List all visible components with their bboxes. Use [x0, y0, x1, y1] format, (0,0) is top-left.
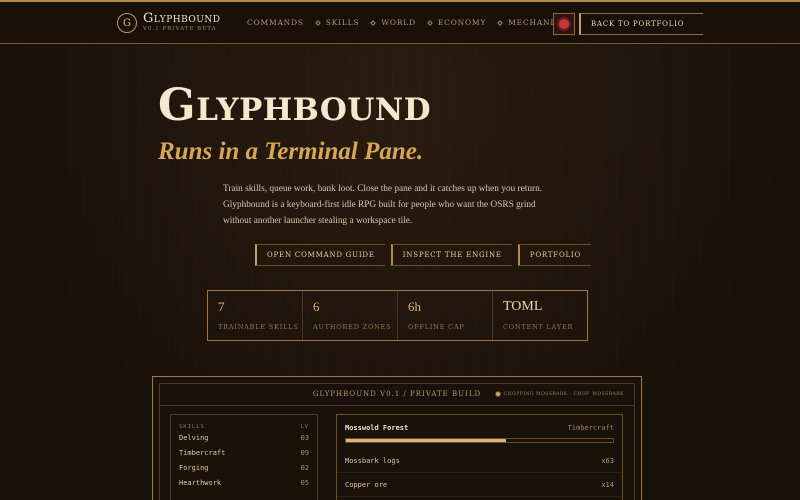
skills-panel-header: Skills Lv [171, 415, 317, 430]
terminal-status-text: chopping mossbark · chop_mossbark [503, 391, 624, 397]
stat-value: 7 [218, 299, 225, 314]
nav-link-commands[interactable]: Commands [247, 18, 304, 27]
nav-link-skills[interactable]: Skills [314, 18, 360, 27]
stat-value: 6 [313, 299, 320, 314]
nav-link-label: Commands [247, 18, 304, 27]
brand[interactable]: G Glyphbound v0.1 private beta [117, 12, 220, 34]
terminal-header: Glyphbound v0.1 / private build chopping… [160, 384, 634, 406]
zone-header: Mosswold Forest Timbercraft [337, 415, 622, 432]
brand-text: Glyphbound v0.1 private beta [143, 12, 220, 34]
page-subtitle: Runs in a Terminal Pane. [158, 138, 424, 165]
skill-level: 09 [300, 448, 309, 457]
skill-name: Hearthwork [179, 478, 222, 487]
loot-qty: x14 [601, 480, 614, 489]
stat-skills: 7 Trainable Skills [208, 291, 303, 340]
skill-name: Timbercraft [179, 448, 226, 457]
skill-row[interactable]: Forging 02 [171, 460, 317, 475]
diamond-icon [370, 19, 377, 26]
inspect-engine-button[interactable]: Inspect the Engine [390, 244, 512, 266]
stat-value: 6h [408, 299, 421, 314]
skill-name: Forging [179, 463, 209, 472]
loot-item: Mossbark logs [345, 456, 400, 465]
zone-progress-fill [346, 439, 507, 442]
nav-link-label: Economy [437, 18, 487, 27]
lv-header: Lv [300, 424, 309, 430]
zone-progress-bar [345, 438, 614, 443]
stat-offline-cap: 6h Offline Cap [398, 291, 493, 340]
nav-link-label: Skills [325, 18, 360, 27]
page-description: Train skills, queue work, bank loot. Clo… [223, 184, 543, 226]
cta-row: Open Command Guide Inspect the Engine Po… [255, 244, 597, 266]
skill-name: Delving [179, 433, 209, 442]
page-title: Glyphbound [158, 80, 432, 131]
diamond-icon [427, 19, 433, 26]
status-dot-icon [494, 391, 501, 397]
loot-row: Mossbark logs x63 [337, 449, 622, 473]
diamond-icon [314, 19, 321, 26]
portfolio-button[interactable]: Portfolio [517, 244, 592, 266]
diamond-icon [497, 19, 504, 26]
zone-panel: Mosswold Forest Timbercraft Mossbark log… [336, 414, 623, 500]
skill-row[interactable]: Timbercraft 09 [171, 445, 317, 460]
stat-zones: 6 Authored Zones [303, 291, 398, 340]
zone-name: Mosswold Forest [345, 424, 409, 432]
stats-panel: 7 Trainable Skills 6 Authored Zones 6h O… [207, 290, 588, 341]
stat-value: TOML [503, 299, 543, 314]
seal-dot-icon [559, 19, 569, 29]
open-command-guide-button[interactable]: Open Command Guide [255, 244, 385, 266]
skills-header: Skills [179, 424, 205, 430]
nav-right: Back to Portfolio [553, 13, 703, 35]
stat-label: Trainable Skills [218, 323, 299, 331]
loot-qty: x63 [601, 456, 614, 465]
loot-item: Copper ore [345, 480, 388, 489]
terminal-status: chopping mossbark · chop_mossbark [494, 391, 624, 397]
terminal-preview: Glyphbound v0.1 / private build chopping… [152, 376, 642, 500]
zone-skill: Timbercraft [567, 424, 614, 432]
stat-content-layer: TOML Content Layer [493, 291, 587, 340]
stat-label: Content Layer [503, 323, 574, 331]
skill-row[interactable]: Hearthwork 05 [171, 475, 317, 490]
skill-level: 03 [300, 433, 309, 442]
skill-level: 02 [300, 463, 309, 472]
nav-links: Commands Skills World Economy Mechanics [247, 18, 579, 27]
nav-link-world[interactable]: World [370, 18, 416, 27]
skills-panel: Skills Lv Delving 03 Timbercraft 09 Forg… [170, 414, 318, 500]
stat-label: Offline Cap [408, 323, 465, 331]
nav-link-label: World [381, 18, 416, 27]
portfolio-seal-icon[interactable] [553, 13, 575, 35]
brand-version: v0.1 private beta [143, 26, 217, 32]
nav-link-economy[interactable]: Economy [427, 18, 487, 27]
skill-row[interactable]: Delving 03 [171, 430, 317, 445]
skill-level: 05 [300, 478, 309, 487]
stat-label: Authored Zones [313, 323, 392, 331]
brand-name: Glyphbound [143, 11, 221, 26]
back-to-portfolio-button[interactable]: Back to Portfolio [579, 13, 703, 35]
top-nav: G Glyphbound v0.1 private beta Commands … [0, 0, 800, 44]
brand-logo-icon: G [117, 13, 137, 33]
loot-row: Copper ore x14 [337, 473, 622, 497]
